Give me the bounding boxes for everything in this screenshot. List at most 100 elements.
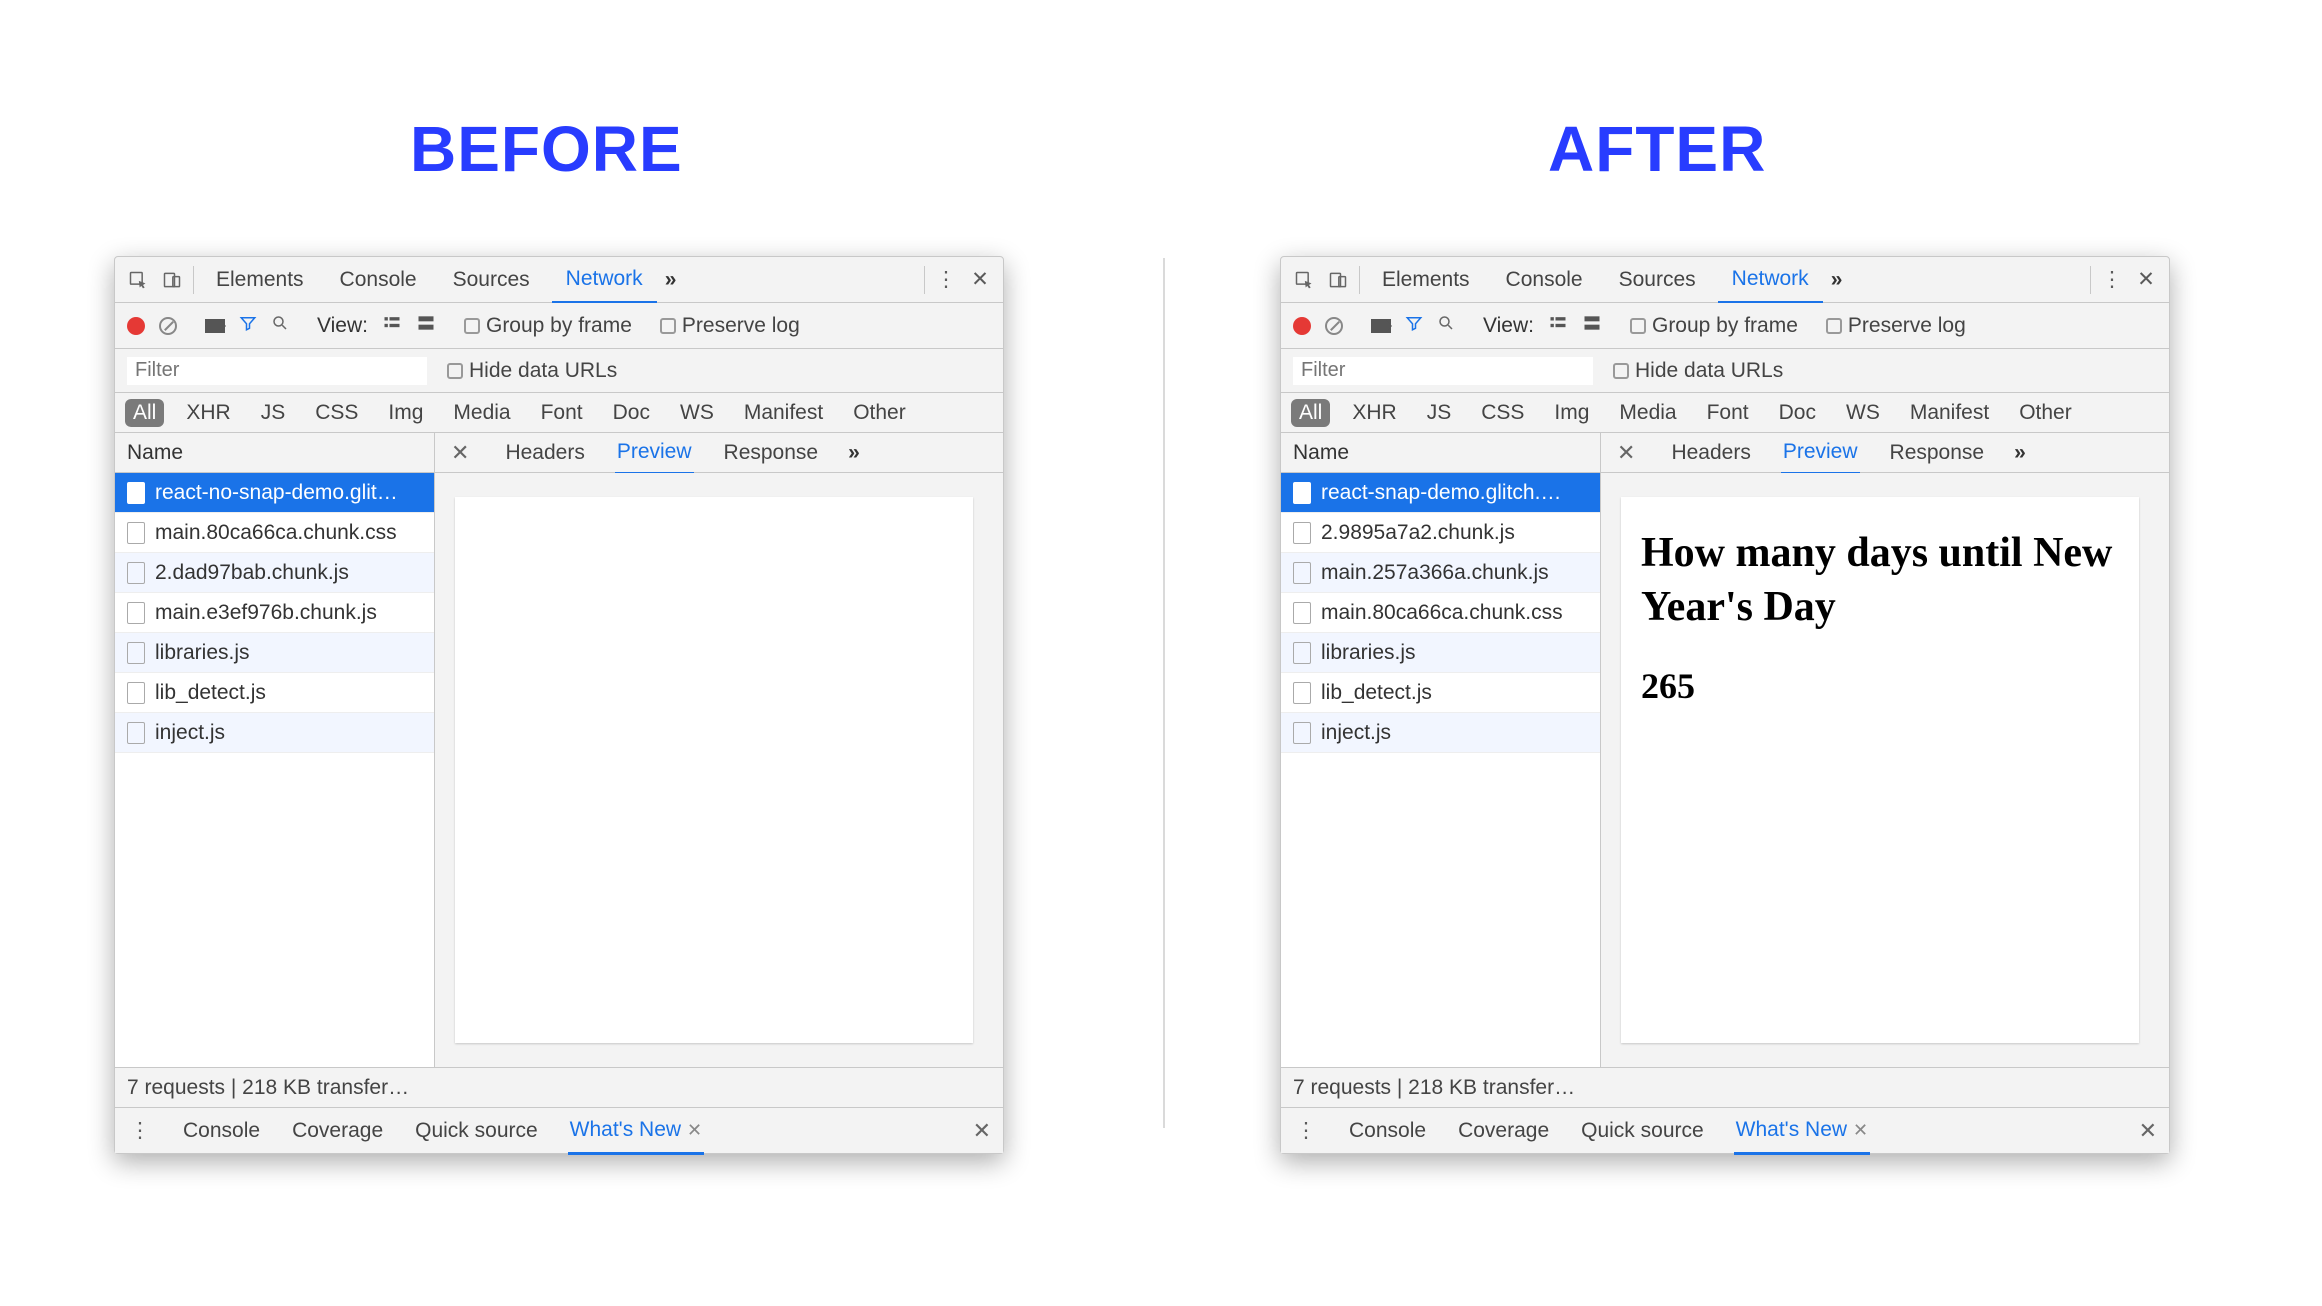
close-drawer-icon[interactable]: ✕: [2139, 1118, 2157, 1144]
screenshot-icon[interactable]: [205, 319, 225, 333]
close-drawer-icon[interactable]: ✕: [973, 1118, 991, 1144]
drawer-console[interactable]: Console: [1347, 1109, 1428, 1153]
drawer-coverage[interactable]: Coverage: [1456, 1109, 1551, 1153]
type-xhr[interactable]: XHR: [178, 399, 238, 427]
hide-data-urls-checkbox[interactable]: Hide data URLs: [1613, 359, 1783, 383]
device-toolbar-icon[interactable]: [159, 267, 185, 293]
name-column-header[interactable]: Name: [115, 433, 434, 473]
type-img[interactable]: Img: [380, 399, 431, 427]
tab-elements[interactable]: Elements: [1368, 258, 1484, 302]
record-icon[interactable]: [127, 317, 145, 335]
tab-network[interactable]: Network: [1718, 257, 1823, 304]
type-ws[interactable]: WS: [1838, 399, 1888, 427]
group-by-frame-checkbox[interactable]: Group by frame: [1630, 314, 1798, 338]
request-row[interactable]: inject.js: [1281, 713, 1600, 753]
preserve-log-checkbox[interactable]: Preserve log: [660, 314, 800, 338]
subtab-response[interactable]: Response: [1888, 433, 1987, 473]
type-js[interactable]: JS: [253, 399, 294, 427]
drawer-whatsnew[interactable]: What's New✕: [568, 1108, 704, 1155]
subtab-response[interactable]: Response: [722, 433, 821, 473]
more-subtabs-icon[interactable]: »: [2014, 441, 2027, 465]
large-view-icon[interactable]: [1582, 313, 1602, 339]
kebab-menu-icon[interactable]: ⋮: [2099, 267, 2125, 293]
drawer-whatsnew[interactable]: What's New✕: [1734, 1108, 1870, 1155]
close-tab-icon[interactable]: ✕: [687, 1120, 702, 1140]
type-all[interactable]: All: [1291, 399, 1330, 427]
type-other[interactable]: Other: [2011, 399, 2080, 427]
request-row[interactable]: inject.js: [115, 713, 434, 753]
type-js[interactable]: JS: [1419, 399, 1460, 427]
record-icon[interactable]: [1293, 317, 1311, 335]
request-row[interactable]: 2.9895a7a2.chunk.js: [1281, 513, 1600, 553]
group-by-frame-checkbox[interactable]: Group by frame: [464, 314, 632, 338]
drawer-menu-icon[interactable]: ⋮: [1293, 1118, 1319, 1144]
type-css[interactable]: CSS: [307, 399, 366, 427]
request-row[interactable]: libraries.js: [115, 633, 434, 673]
search-icon[interactable]: [271, 314, 289, 338]
type-media[interactable]: Media: [445, 399, 518, 427]
drawer-quick[interactable]: Quick source: [413, 1109, 540, 1153]
request-row[interactable]: main.e3ef976b.chunk.js: [115, 593, 434, 633]
tab-network[interactable]: Network: [552, 257, 657, 304]
close-devtools-icon[interactable]: ✕: [2133, 267, 2159, 293]
type-css[interactable]: CSS: [1473, 399, 1532, 427]
inspect-element-icon[interactable]: [1291, 267, 1317, 293]
subtab-headers[interactable]: Headers: [503, 433, 586, 473]
name-column-header[interactable]: Name: [1281, 433, 1600, 473]
request-row[interactable]: react-snap-demo.glitch.…: [1281, 473, 1600, 513]
more-tabs-icon[interactable]: »: [1831, 268, 1844, 292]
list-view-icon[interactable]: [382, 313, 402, 339]
kebab-menu-icon[interactable]: ⋮: [933, 267, 959, 293]
more-subtabs-icon[interactable]: »: [848, 441, 861, 465]
type-all[interactable]: All: [125, 399, 164, 427]
filter-icon[interactable]: [239, 314, 257, 338]
request-row[interactable]: libraries.js: [1281, 633, 1600, 673]
type-xhr[interactable]: XHR: [1344, 399, 1404, 427]
clear-icon[interactable]: [159, 317, 177, 335]
close-details-icon[interactable]: ✕: [1617, 440, 1635, 466]
tab-console[interactable]: Console: [1492, 258, 1597, 302]
tab-console[interactable]: Console: [326, 258, 431, 302]
filter-input[interactable]: [127, 357, 427, 385]
filter-icon[interactable]: [1405, 314, 1423, 338]
request-row[interactable]: 2.dad97bab.chunk.js: [115, 553, 434, 593]
search-icon[interactable]: [1437, 314, 1455, 338]
subtab-preview[interactable]: Preview: [1781, 432, 1860, 475]
request-row[interactable]: main.257a366a.chunk.js: [1281, 553, 1600, 593]
type-img[interactable]: Img: [1546, 399, 1597, 427]
type-doc[interactable]: Doc: [605, 399, 658, 427]
list-view-icon[interactable]: [1548, 313, 1568, 339]
drawer-quick[interactable]: Quick source: [1579, 1109, 1706, 1153]
close-tab-icon[interactable]: ✕: [1853, 1120, 1868, 1140]
request-row[interactable]: react-no-snap-demo.glit…: [115, 473, 434, 513]
request-row[interactable]: lib_detect.js: [1281, 673, 1600, 713]
tab-sources[interactable]: Sources: [1605, 258, 1710, 302]
clear-icon[interactable]: [1325, 317, 1343, 335]
hide-data-urls-checkbox[interactable]: Hide data URLs: [447, 359, 617, 383]
type-manifest[interactable]: Manifest: [1902, 399, 1997, 427]
large-view-icon[interactable]: [416, 313, 436, 339]
tab-sources[interactable]: Sources: [439, 258, 544, 302]
subtab-headers[interactable]: Headers: [1669, 433, 1752, 473]
request-row[interactable]: main.80ca66ca.chunk.css: [115, 513, 434, 553]
type-other[interactable]: Other: [845, 399, 914, 427]
close-devtools-icon[interactable]: ✕: [967, 267, 993, 293]
inspect-element-icon[interactable]: [125, 267, 151, 293]
type-doc[interactable]: Doc: [1771, 399, 1824, 427]
more-tabs-icon[interactable]: »: [665, 268, 678, 292]
subtab-preview[interactable]: Preview: [615, 432, 694, 475]
request-row[interactable]: lib_detect.js: [115, 673, 434, 713]
screenshot-icon[interactable]: [1371, 319, 1391, 333]
type-manifest[interactable]: Manifest: [736, 399, 831, 427]
preserve-log-checkbox[interactable]: Preserve log: [1826, 314, 1966, 338]
drawer-menu-icon[interactable]: ⋮: [127, 1118, 153, 1144]
request-row[interactable]: main.80ca66ca.chunk.css: [1281, 593, 1600, 633]
type-ws[interactable]: WS: [672, 399, 722, 427]
filter-input[interactable]: [1293, 357, 1593, 385]
drawer-console[interactable]: Console: [181, 1109, 262, 1153]
drawer-coverage[interactable]: Coverage: [290, 1109, 385, 1153]
type-media[interactable]: Media: [1611, 399, 1684, 427]
close-details-icon[interactable]: ✕: [451, 440, 469, 466]
type-font[interactable]: Font: [1699, 399, 1757, 427]
type-font[interactable]: Font: [533, 399, 591, 427]
